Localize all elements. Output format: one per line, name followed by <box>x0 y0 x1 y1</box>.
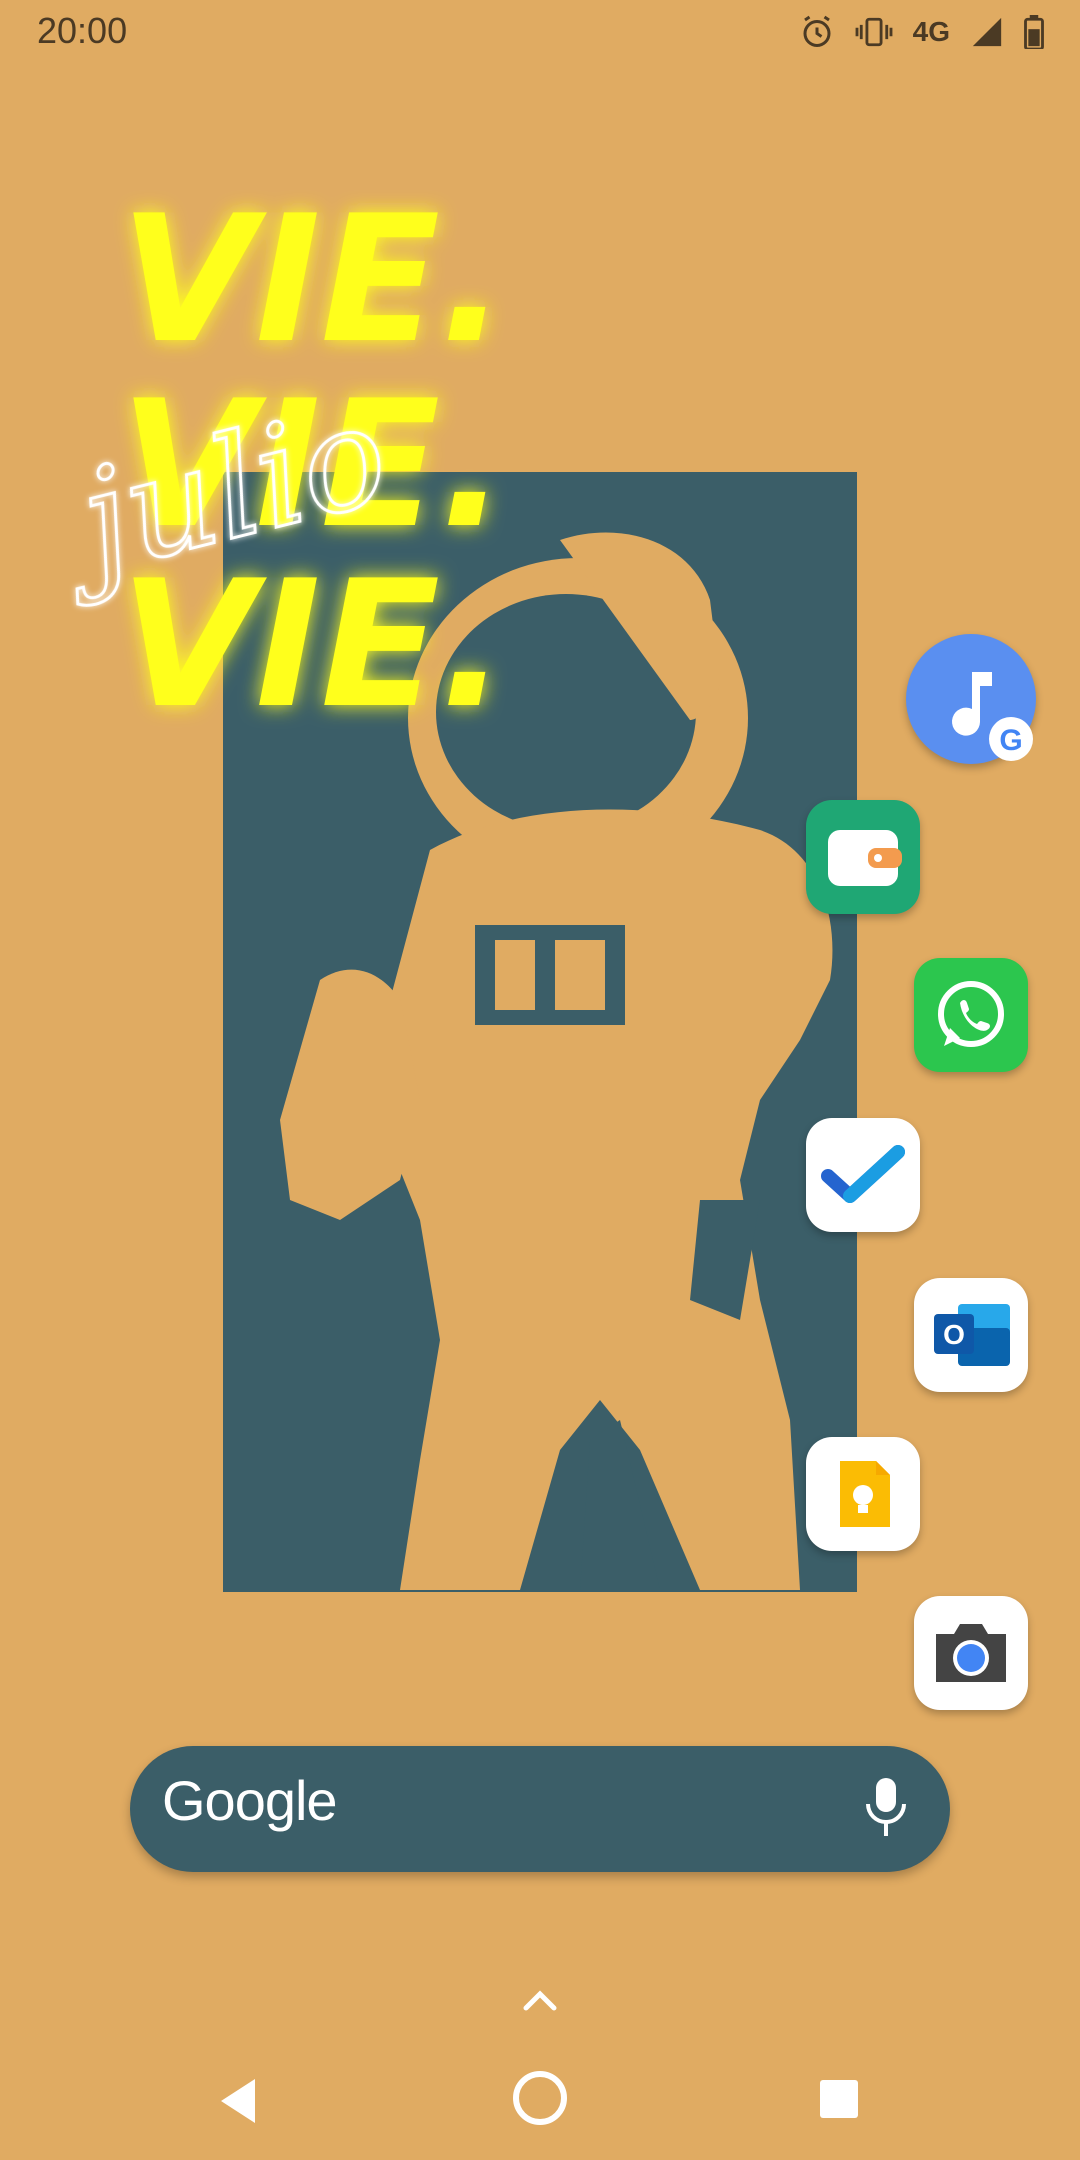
svg-text:G: G <box>999 724 1022 757</box>
headline-line-1: VIE. <box>120 179 507 382</box>
camera-icon <box>936 1624 1006 1682</box>
app-icon-outlook[interactable]: O <box>914 1278 1028 1392</box>
app-icon-camera[interactable] <box>914 1596 1028 1710</box>
checkmark-icon <box>821 1145 905 1203</box>
music-note-icon: G <box>952 672 1033 761</box>
navigation-bar <box>0 2040 1080 2160</box>
whatsapp-icon <box>938 981 1004 1047</box>
outlook-icon: O <box>934 1304 1010 1366</box>
wallet-icon <box>828 830 902 886</box>
app-drawer-chevron-icon[interactable] <box>520 1986 560 2019</box>
mic-icon[interactable] <box>864 1776 908 1843</box>
app-icon-wallet[interactable] <box>806 800 920 914</box>
app-icon-music[interactable]: G <box>906 634 1036 764</box>
app-icon-whatsapp[interactable] <box>914 958 1028 1072</box>
recents-button[interactable] <box>818 2078 860 2125</box>
google-logo: Google <box>162 1769 338 1832</box>
back-button[interactable] <box>215 2075 263 2132</box>
app-icon-keep[interactable] <box>806 1437 920 1551</box>
google-search-bar[interactable]: Google <box>130 1746 950 1872</box>
home-button[interactable] <box>510 2068 570 2133</box>
lightbulb-icon <box>840 1461 890 1527</box>
svg-text:O: O <box>943 1319 965 1350</box>
app-icon-todo[interactable] <box>806 1118 920 1232</box>
